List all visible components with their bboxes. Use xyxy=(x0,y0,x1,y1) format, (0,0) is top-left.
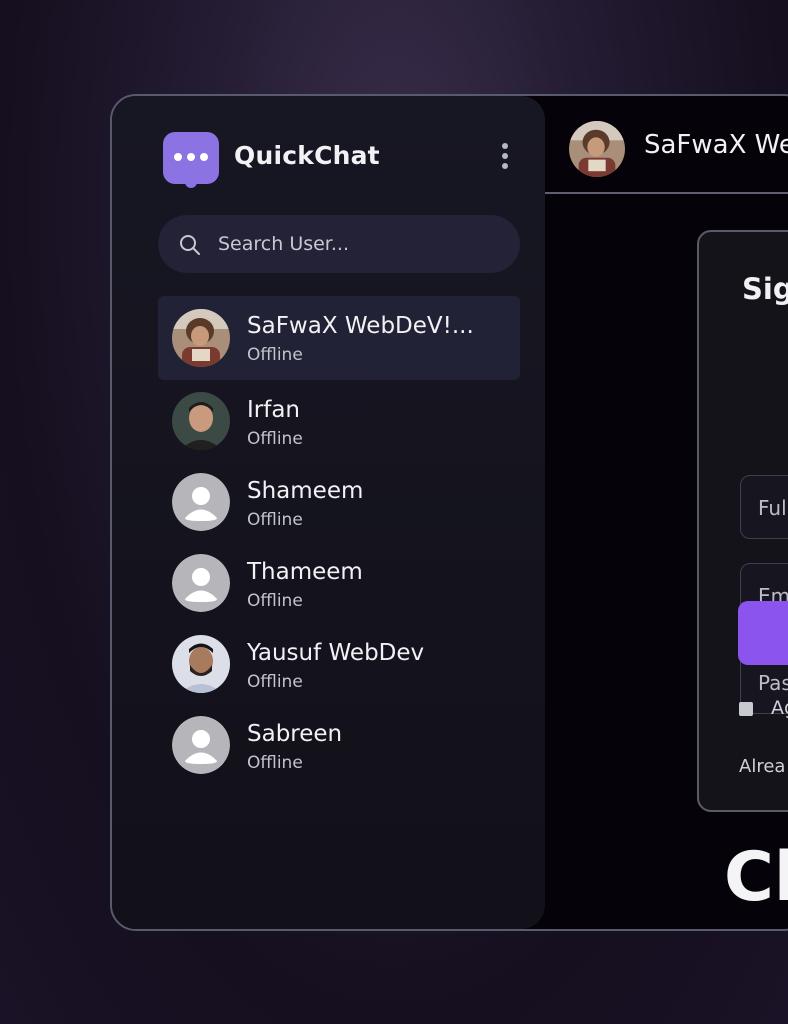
agree-label: Ag xyxy=(771,697,788,719)
default-user-icon xyxy=(172,716,230,774)
app-title: QuickChat xyxy=(234,141,380,170)
user-item-thameem[interactable]: Thameem Offline xyxy=(158,542,520,623)
agree-checkbox[interactable] xyxy=(739,702,753,716)
user-name: Irfan xyxy=(247,397,301,423)
chat-header-name: SaFwaX We xyxy=(644,130,788,160)
user-list: SaFwaX WebDeV!... Offline Irfan Offline xyxy=(158,296,520,785)
user-status: Offline xyxy=(247,429,303,449)
user-status: Offline xyxy=(247,345,303,365)
user-status: Offline xyxy=(247,591,303,611)
user-item-irfan[interactable]: Irfan Offline xyxy=(158,380,520,461)
chat-header: SaFwaX We xyxy=(545,96,788,194)
search-box xyxy=(158,215,520,273)
user-name: Sabreen xyxy=(247,721,343,747)
user-status: Offline xyxy=(247,672,303,692)
signup-card-lower: Ag Alrea xyxy=(696,230,788,810)
already-have-account-text: Alrea xyxy=(739,756,786,777)
user-item-yausuf[interactable]: Yausuf WebDev Offline xyxy=(158,623,520,704)
hero-heading: Ch xyxy=(724,838,788,917)
user-item-shameem[interactable]: Shameem Offline xyxy=(158,461,520,542)
search-icon xyxy=(180,235,200,255)
user-item-sabreen[interactable]: Sabreen Offline xyxy=(158,704,520,785)
user-name: SaFwaX WebDeV!... xyxy=(247,313,474,339)
app-window: QuickChat Search User... SaFwaX WebDeV!.… xyxy=(110,94,788,931)
signup-submit-button[interactable] xyxy=(738,601,788,665)
user-name: Shameem xyxy=(247,478,364,504)
sidebar: QuickChat Search User... SaFwaX WebDeV!.… xyxy=(112,96,545,929)
photo-child-avatar xyxy=(172,309,230,367)
photo-bearded-man-avatar xyxy=(172,635,230,693)
photo-man-avatar xyxy=(172,392,230,450)
user-item-safwax[interactable]: SaFwaX WebDeV!... Offline xyxy=(158,296,520,380)
default-user-icon xyxy=(172,473,230,531)
user-name: Yausuf WebDev xyxy=(247,640,425,666)
default-user-icon xyxy=(172,554,230,612)
user-status: Offline xyxy=(247,753,303,773)
photo-child-avatar[interactable] xyxy=(569,121,625,177)
more-options-icon[interactable] xyxy=(500,143,510,169)
user-status: Offline xyxy=(247,510,303,530)
chat-bubble-logo-icon xyxy=(163,132,219,188)
search-input[interactable] xyxy=(218,215,508,273)
user-name: Thameem xyxy=(247,559,363,585)
